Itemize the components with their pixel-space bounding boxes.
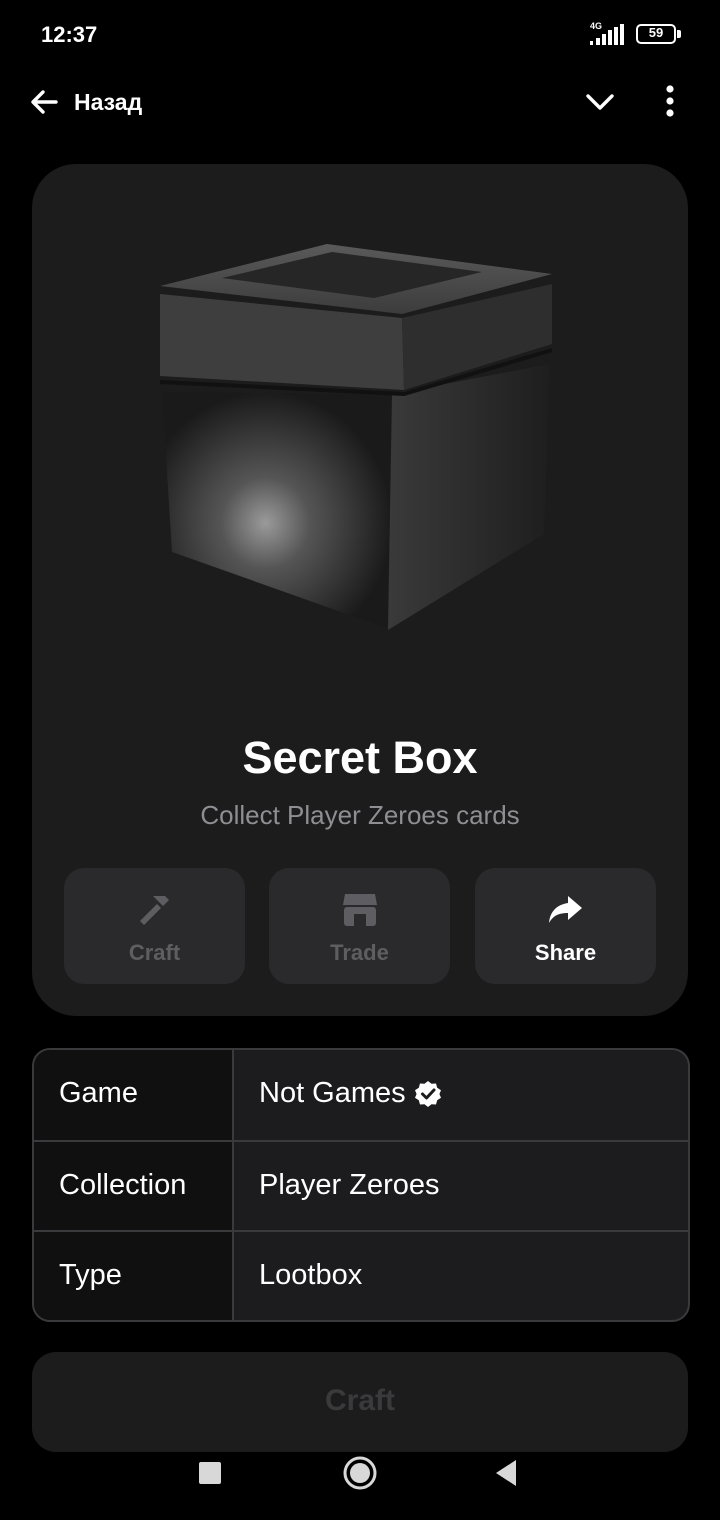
detail-value-game[interactable]: Not Games	[259, 1077, 443, 1110]
share-action-button[interactable]: Share	[475, 868, 656, 984]
item-details-table: Game Not Games Collection Player Zeroes …	[32, 1048, 690, 1322]
trade-action-label: Trade	[330, 940, 389, 965]
status-bar: 12:37 4G 59	[0, 0, 720, 70]
secret-box-image	[159, 244, 553, 630]
item-card: Secret Box Collect Player Zeroes cards C…	[32, 164, 688, 1016]
detail-key: Game	[59, 1077, 138, 1109]
craft-action-label: Craft	[128, 940, 181, 965]
detail-row-type: Type Lootbox	[34, 1230, 688, 1320]
status-time: 12:37	[41, 22, 98, 47]
nav-back-icon[interactable]	[494, 1458, 518, 1488]
detail-value-type: Lootbox	[259, 1259, 363, 1291]
game-name: Not Games	[259, 1077, 406, 1109]
detail-key: Collection	[59, 1169, 187, 1201]
home-icon[interactable]	[342, 1455, 378, 1491]
craft-button-label: Craft	[324, 1384, 395, 1417]
detail-row-collection: Collection Player Zeroes	[34, 1140, 688, 1232]
signal-icon	[590, 24, 624, 45]
craft-action-button[interactable]: Craft	[64, 868, 245, 984]
verified-badge-icon	[414, 1080, 441, 1107]
more-vertical-icon[interactable]	[656, 82, 684, 122]
top-app-bar: Назад	[0, 70, 720, 132]
chevron-down-icon[interactable]	[582, 84, 618, 120]
battery-level: 59	[648, 25, 664, 40]
share-action-label: Share	[534, 940, 597, 965]
recent-apps-icon[interactable]	[199, 1462, 221, 1484]
system-navigation-bar	[0, 1440, 720, 1520]
share-arrow-icon	[548, 896, 582, 923]
detail-value-collection[interactable]: Player Zeroes	[259, 1169, 440, 1202]
back-button[interactable]: Назад	[28, 82, 142, 122]
back-label: Назад	[74, 88, 143, 115]
hammer-icon	[139, 896, 169, 925]
trade-action-button[interactable]: Trade	[269, 868, 450, 984]
store-icon	[342, 894, 377, 926]
arrow-left-icon	[31, 90, 58, 114]
detail-row-game: Game Not Games	[34, 1050, 688, 1140]
item-title: Secret Box	[242, 732, 478, 783]
item-subtitle: Collect Player Zeroes cards	[200, 800, 520, 830]
detail-key: Type	[59, 1259, 122, 1291]
battery-icon: 59	[636, 24, 684, 46]
craft-button[interactable]: Craft	[32, 1352, 688, 1452]
